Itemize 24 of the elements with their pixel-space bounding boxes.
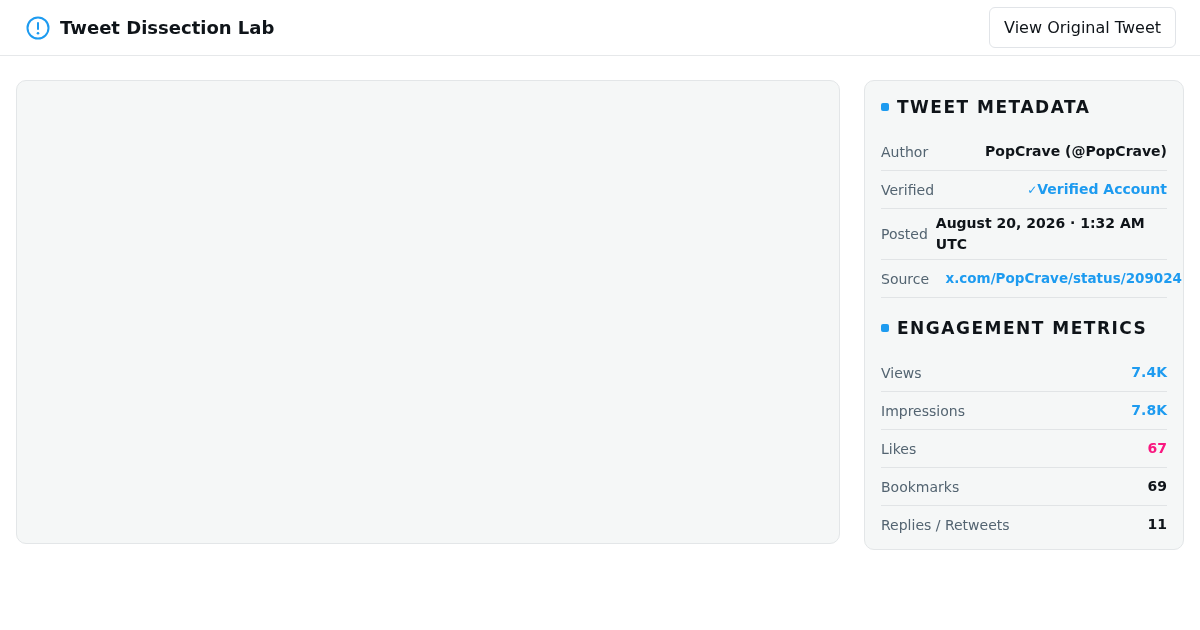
view-original-button[interactable]: View Original Tweet — [989, 7, 1176, 48]
metric-value: 11 — [1147, 515, 1167, 534]
metric-label: Replies / Retweets — [881, 516, 1010, 533]
exclamation-icon — [26, 15, 50, 40]
metric-value: 69 — [1147, 477, 1167, 496]
metric-label: Impressions — [881, 402, 965, 419]
metric-value: 67 — [1147, 439, 1167, 458]
section-title: TWEET METADATA — [897, 97, 1091, 117]
field-label: Source — [881, 270, 930, 287]
app-title: Tweet Dissection Lab — [60, 17, 275, 38]
bullet-icon — [881, 324, 889, 332]
field-label: Author — [881, 143, 929, 160]
field-value: August 20, 2026 · 1:32 AM UTC — [935, 214, 1146, 254]
section-title: ENGAGEMENT METRICS — [897, 318, 1148, 338]
field-value: PopCrave (@PopCrave) — [985, 142, 1167, 161]
field-label: Posted — [881, 226, 928, 242]
metric-label: Likes — [881, 440, 917, 457]
metric-label: Bookmarks — [881, 478, 960, 495]
field-label: Verified — [881, 181, 935, 198]
metric-value: 7.8K — [1131, 401, 1167, 420]
metric-value: 7.4K — [1131, 363, 1167, 382]
verified-status: ✓Verified Account — [1027, 179, 1167, 199]
bullet-icon — [881, 103, 889, 111]
metric-label: Views — [881, 364, 922, 381]
